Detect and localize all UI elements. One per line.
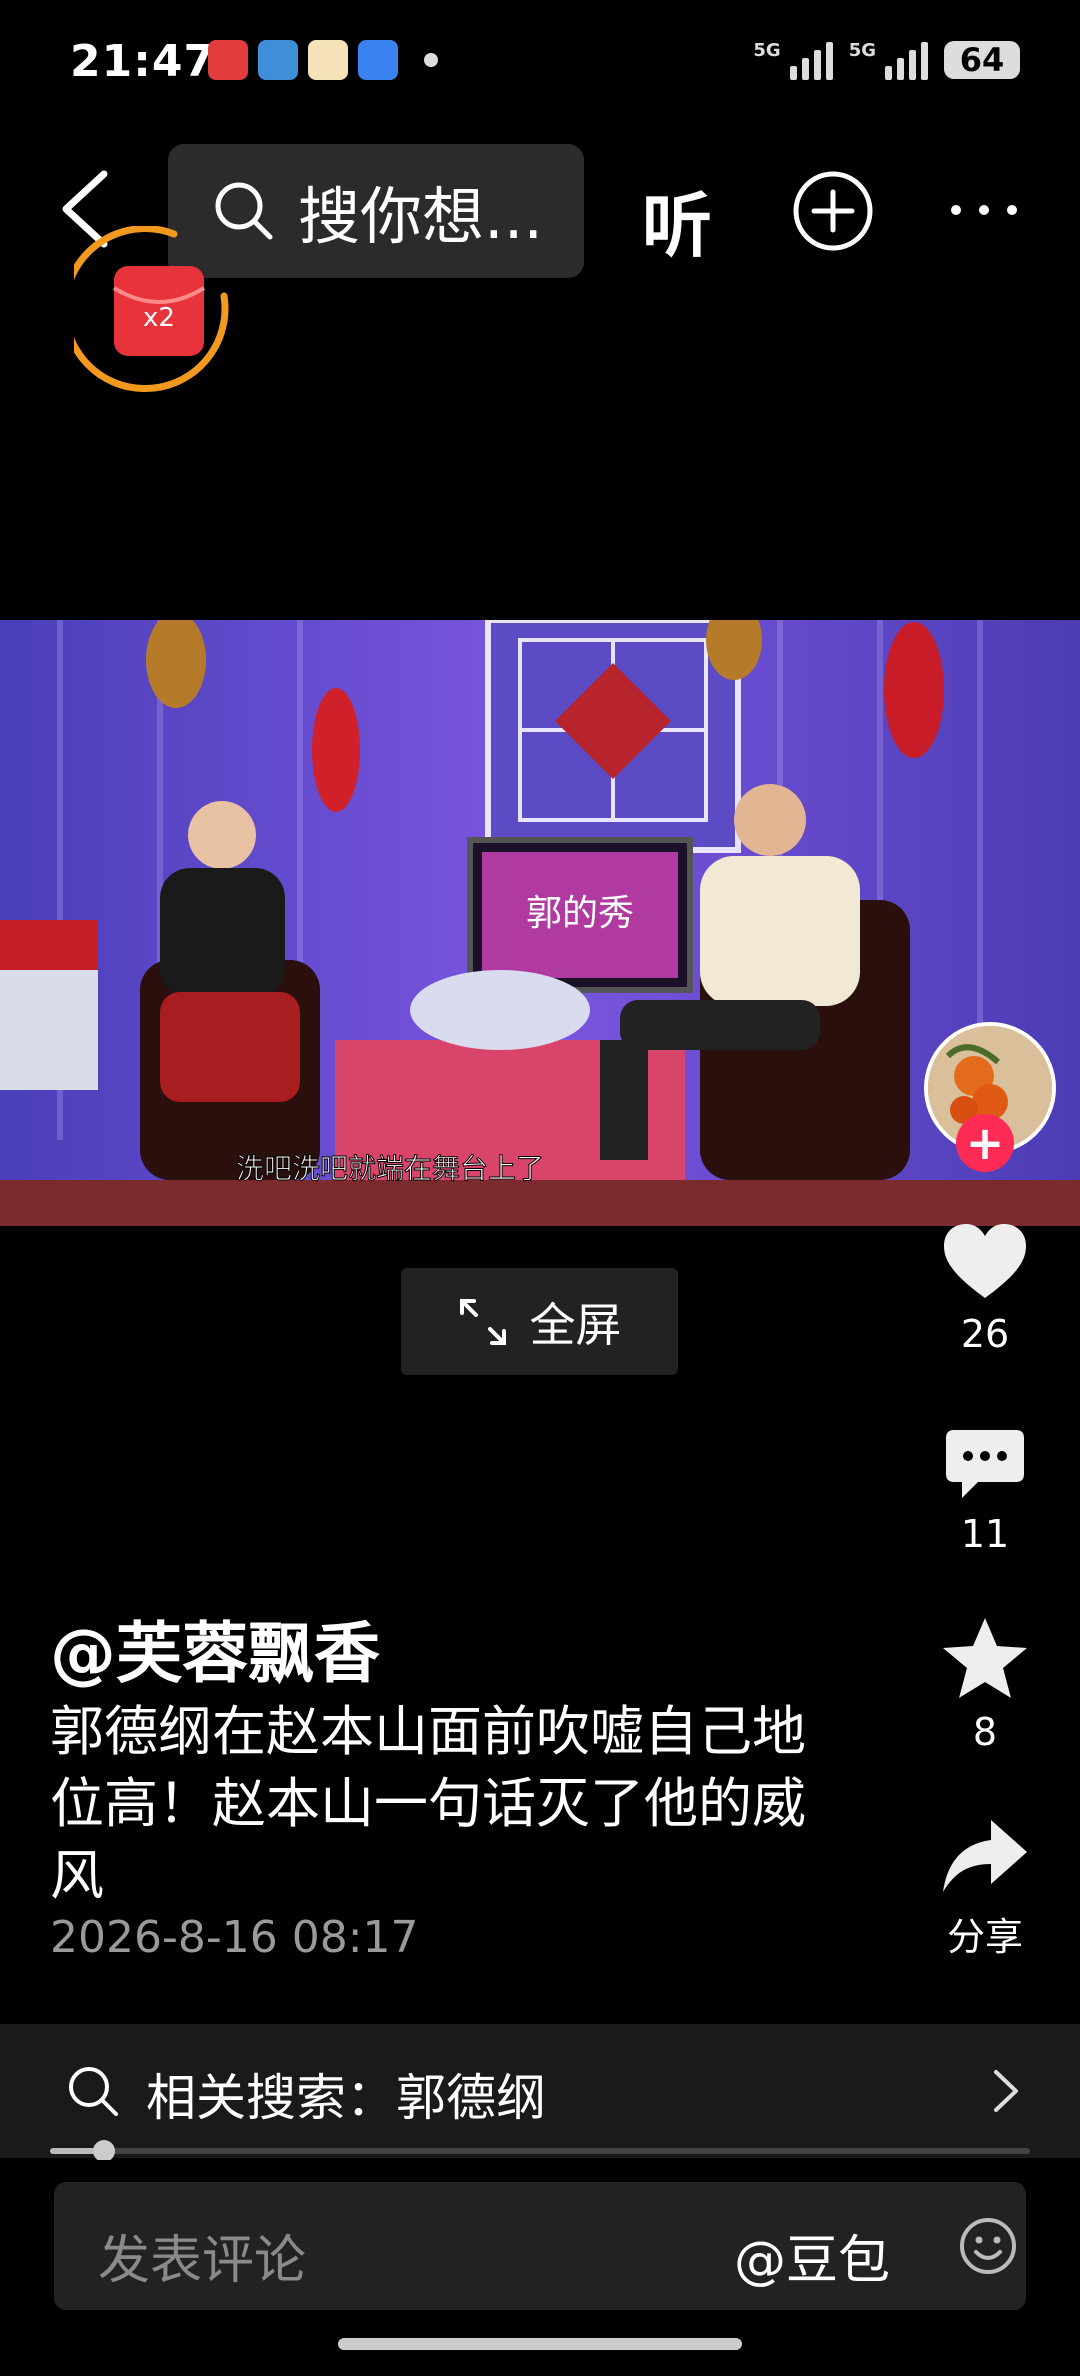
video-frame: 郭的秀 洗吧洗吧就端在舞台上了 <box>0 620 1080 1226</box>
video-progress-bar[interactable] <box>50 2140 1030 2162</box>
heart-icon <box>944 1224 1026 1298</box>
mini-game-app-icon <box>308 40 348 80</box>
like-count: 26 <box>960 1312 1010 1356</box>
progress-scrubber[interactable] <box>92 2140 115 2162</box>
star-icon <box>943 1618 1027 1698</box>
search-icon <box>69 2067 118 2116</box>
fullscreen-button[interactable]: 全屏 <box>401 1268 678 1375</box>
reward-multiplier: x2 <box>143 303 175 333</box>
expand-icon <box>459 1298 506 1345</box>
follow-button[interactable]: + <box>956 1114 1014 1172</box>
notification-icons <box>208 40 438 80</box>
comment-button[interactable]: 11 <box>920 1428 1050 1556</box>
author-name[interactable]: @芙蓉飘香 <box>50 1600 380 1696</box>
signal-icon-1: 5G <box>753 40 833 80</box>
mention-button[interactable]: @豆包 <box>734 2218 890 2293</box>
red-packet-reward-icon[interactable]: x2 <box>74 226 244 396</box>
fullscreen-label: 全屏 <box>529 1297 622 1352</box>
share-label: 分享 <box>946 1915 1023 1959</box>
search-placeholder: 搜你想... <box>298 180 544 253</box>
related-search-bar[interactable]: 相关搜索：郭德纲 <box>0 2024 1080 2158</box>
comment-count: 11 <box>960 1512 1010 1556</box>
related-search-text: 相关搜索：郭德纲 <box>146 2069 546 2127</box>
video-subtitle: 洗吧洗吧就端在舞台上了 <box>236 1152 544 1185</box>
more-notifications-icon <box>424 53 438 67</box>
browser-app-icon <box>358 40 398 80</box>
weather-app-icon <box>258 40 298 80</box>
video-player[interactable]: 郭的秀 洗吧洗吧就端在舞台上了 <box>0 620 1080 1226</box>
share-button[interactable]: 分享 <box>920 1816 1050 1961</box>
post-description: 郭德纲在赵本山面前吹嘘自己地位高！赵本山一句话灭了他的威风 <box>50 1700 806 1907</box>
listen-button[interactable]: 听 <box>642 170 712 271</box>
comment-placeholder: 发表评论 <box>98 2231 307 2291</box>
network-type-2: 5G <box>848 40 876 61</box>
favorite-count: 8 <box>972 1710 998 1754</box>
more-icon[interactable] <box>944 190 1024 230</box>
like-button[interactable]: 26 <box>920 1222 1050 1356</box>
favorite-button[interactable]: 8 <box>920 1616 1050 1754</box>
signal-icon-2: 5G <box>849 40 928 80</box>
home-indicator[interactable] <box>338 2338 742 2350</box>
comment-icon <box>946 1430 1024 1498</box>
status-time: 21:47 <box>70 36 216 87</box>
status-bar: 21:47 5G 5G 64 <box>0 0 1080 120</box>
comment-input[interactable]: 发表评论 @豆包 <box>54 2182 1026 2310</box>
system-status: 5G 5G 64 <box>753 40 1020 80</box>
chevron-right-icon <box>994 2070 1018 2112</box>
tv-screen-title: 郭的秀 <box>526 893 634 934</box>
emoji-icon[interactable] <box>958 2216 1018 2276</box>
battery-icon: 64 <box>944 41 1020 79</box>
add-icon[interactable] <box>792 170 874 252</box>
share-icon <box>943 1820 1027 1892</box>
post-date: 2026-8-16 08:17 <box>50 1912 419 1963</box>
network-type-1: 5G <box>753 40 781 61</box>
shopping-app-icon <box>208 40 248 80</box>
